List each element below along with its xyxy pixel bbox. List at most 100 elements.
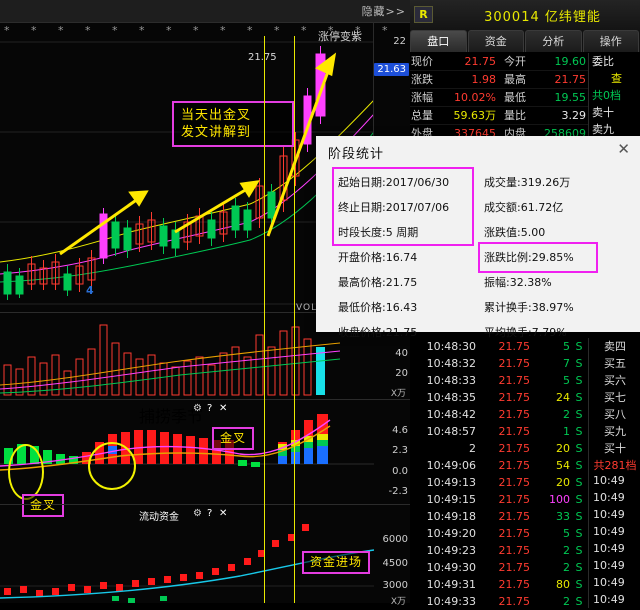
- quote-key2: 最低: [503, 91, 526, 104]
- tick-row: 10:48:42 21.75 2 S: [410, 406, 588, 423]
- quote-value2: 19.55: [554, 91, 587, 104]
- quote-key2: 量比: [503, 109, 526, 122]
- tick-time: 10:48:32: [426, 357, 476, 370]
- tick-side: S: [575, 425, 583, 438]
- level-label[interactable]: 买九: [589, 423, 640, 440]
- tick-volume: 5: [563, 527, 570, 540]
- tick-side: S: [575, 476, 583, 489]
- field-value: 5.00: [520, 226, 546, 239]
- field-value: 21.75: [385, 276, 418, 289]
- dialog-field: 收盘价格:21.75: [338, 324, 417, 340]
- field-label: 成交额:: [484, 201, 521, 214]
- dialog-title: 阶段统计: [328, 147, 385, 162]
- price-tick: 22: [393, 36, 406, 47]
- tab-fenxi[interactable]: 分析: [525, 30, 582, 52]
- level-label[interactable]: 买八: [589, 406, 640, 423]
- tick-time: 10:49:20: [426, 527, 476, 540]
- field-label: 最高价格:: [338, 276, 386, 289]
- tick-row: 10:49:13 21.75 20 S: [410, 474, 588, 491]
- field-label: 振幅:: [484, 276, 510, 289]
- tick-price: 21.75: [498, 425, 531, 438]
- field-value: 61.72亿: [520, 201, 564, 214]
- tick-price: 21.75: [498, 493, 531, 506]
- dialog-field: 开盘价格:16.74: [338, 249, 417, 265]
- tick-volume: 5: [563, 340, 570, 353]
- tick-row: 10:48:57 21.75 1 S: [410, 423, 588, 440]
- tick-volume: 33: [556, 510, 570, 523]
- quote-row: 涨幅 10.02% 最低 19.55: [410, 89, 588, 107]
- tab-pankou[interactable]: 盘口: [410, 30, 467, 52]
- tick-side: S: [575, 374, 583, 387]
- current-price-tag: 21.63: [374, 63, 409, 76]
- field-value: 32.38%: [509, 276, 552, 289]
- tick-volume: 2: [563, 544, 570, 557]
- tick-price: 21.75: [498, 442, 531, 455]
- level-label[interactable]: 买六: [589, 372, 640, 389]
- tick-row: 10:49:18 21.75 33 S: [410, 508, 588, 525]
- highlight-box-change-pct: [478, 242, 598, 273]
- flow-tick: 3000: [382, 580, 408, 591]
- vol-indicator-label: VOL: [296, 303, 318, 313]
- dialog-field: 成交量:319.26万: [484, 174, 570, 190]
- tick-time: 10:48:57: [426, 425, 476, 438]
- tick-volume: 7: [563, 357, 570, 370]
- orderbook-label[interactable]: 卖十: [589, 104, 640, 121]
- market-badge: R: [414, 6, 433, 23]
- tab-caozuo[interactable]: 操作: [582, 30, 639, 52]
- tick-time: 10:49:13: [426, 476, 476, 489]
- highlight-box-dates: [332, 167, 474, 246]
- tab-zijin[interactable]: 资金: [467, 30, 524, 52]
- quote-table: 现价 21.75 今开 19.60 涨跌 1.98 最高 21.75 涨幅 10…: [410, 53, 588, 143]
- quote-key2: 最高: [503, 73, 526, 86]
- tick-table: 10:48:30 21.75 5 S 10:48:32 21.75 7 S 10…: [410, 338, 588, 610]
- tick-volume: 5: [563, 374, 570, 387]
- tick-row: 10:49:23 21.75 2 S: [410, 542, 588, 559]
- tick-row: 10:49:31 21.75 80 S: [410, 576, 588, 593]
- tick-price: 21.75: [498, 391, 531, 404]
- tick-side: S: [575, 408, 583, 421]
- macd-tick: -2.3: [388, 486, 408, 497]
- tick-time: 10:49:15: [426, 493, 476, 506]
- macd-indicator-chart: [0, 414, 374, 471]
- hide-panel-button[interactable]: 隐藏>>: [362, 3, 406, 19]
- field-label: 累计换手:: [484, 301, 532, 314]
- tick-time: 10:49:06: [426, 459, 476, 472]
- field-label: 收盘价格:: [338, 326, 386, 339]
- tick-time: 10:49:18: [426, 510, 476, 523]
- tick-row: 10:48:30 21.75 5 S: [410, 338, 588, 355]
- callout-gold-cross-1: 金叉: [22, 494, 65, 517]
- chart-marker-4: 4: [86, 284, 94, 297]
- quote-key2: 今开: [503, 55, 526, 68]
- tick-row: 10:49:15 21.75 100 S: [410, 491, 588, 508]
- close-icon[interactable]: ✕: [617, 140, 630, 158]
- tick-price: 21.75: [498, 561, 531, 574]
- time-entry: 10:49: [593, 491, 625, 504]
- tick-price: 21.75: [498, 510, 531, 523]
- quote-row: 现价 21.75 今开 19.60: [410, 53, 588, 71]
- tick-volume: 20: [556, 442, 570, 455]
- tick-row: 10:48:33 21.75 5 S: [410, 372, 588, 389]
- quote-value2: 21.75: [554, 73, 587, 86]
- tick-side: S: [575, 459, 583, 472]
- tick-volume: 54: [556, 459, 570, 472]
- tick-side: S: [575, 561, 583, 574]
- tick-time: 10:49:33: [426, 595, 476, 608]
- level-label[interactable]: 买七: [589, 389, 640, 406]
- level-label[interactable]: 卖四: [589, 338, 640, 355]
- level-list: 卖四 买五 买六 买七 买八 买九 买十 共281档: [588, 338, 640, 474]
- tick-price: 21.75: [498, 408, 531, 421]
- divider: [0, 504, 410, 505]
- tick-time: 10:48:30: [426, 340, 476, 353]
- level-label[interactable]: 买十: [589, 440, 640, 457]
- tick-time: 10:49:31: [426, 578, 476, 591]
- level-label[interactable]: 买五: [589, 355, 640, 372]
- orderbook-strip: 委比 查 共0档 卖十 卖九: [588, 53, 640, 138]
- vol-unit: X万: [390, 389, 406, 399]
- quote-row: 总量 59.63万 量比 3.29: [410, 107, 588, 125]
- field-value: 7.79%: [531, 326, 567, 339]
- tick-row: 10:48:32 21.75 7 S: [410, 355, 588, 372]
- vol-tick: 40: [395, 348, 408, 359]
- tick-volume: 2: [563, 561, 570, 574]
- selection-line-left: [264, 36, 265, 603]
- time-entry: 10:49: [593, 559, 625, 572]
